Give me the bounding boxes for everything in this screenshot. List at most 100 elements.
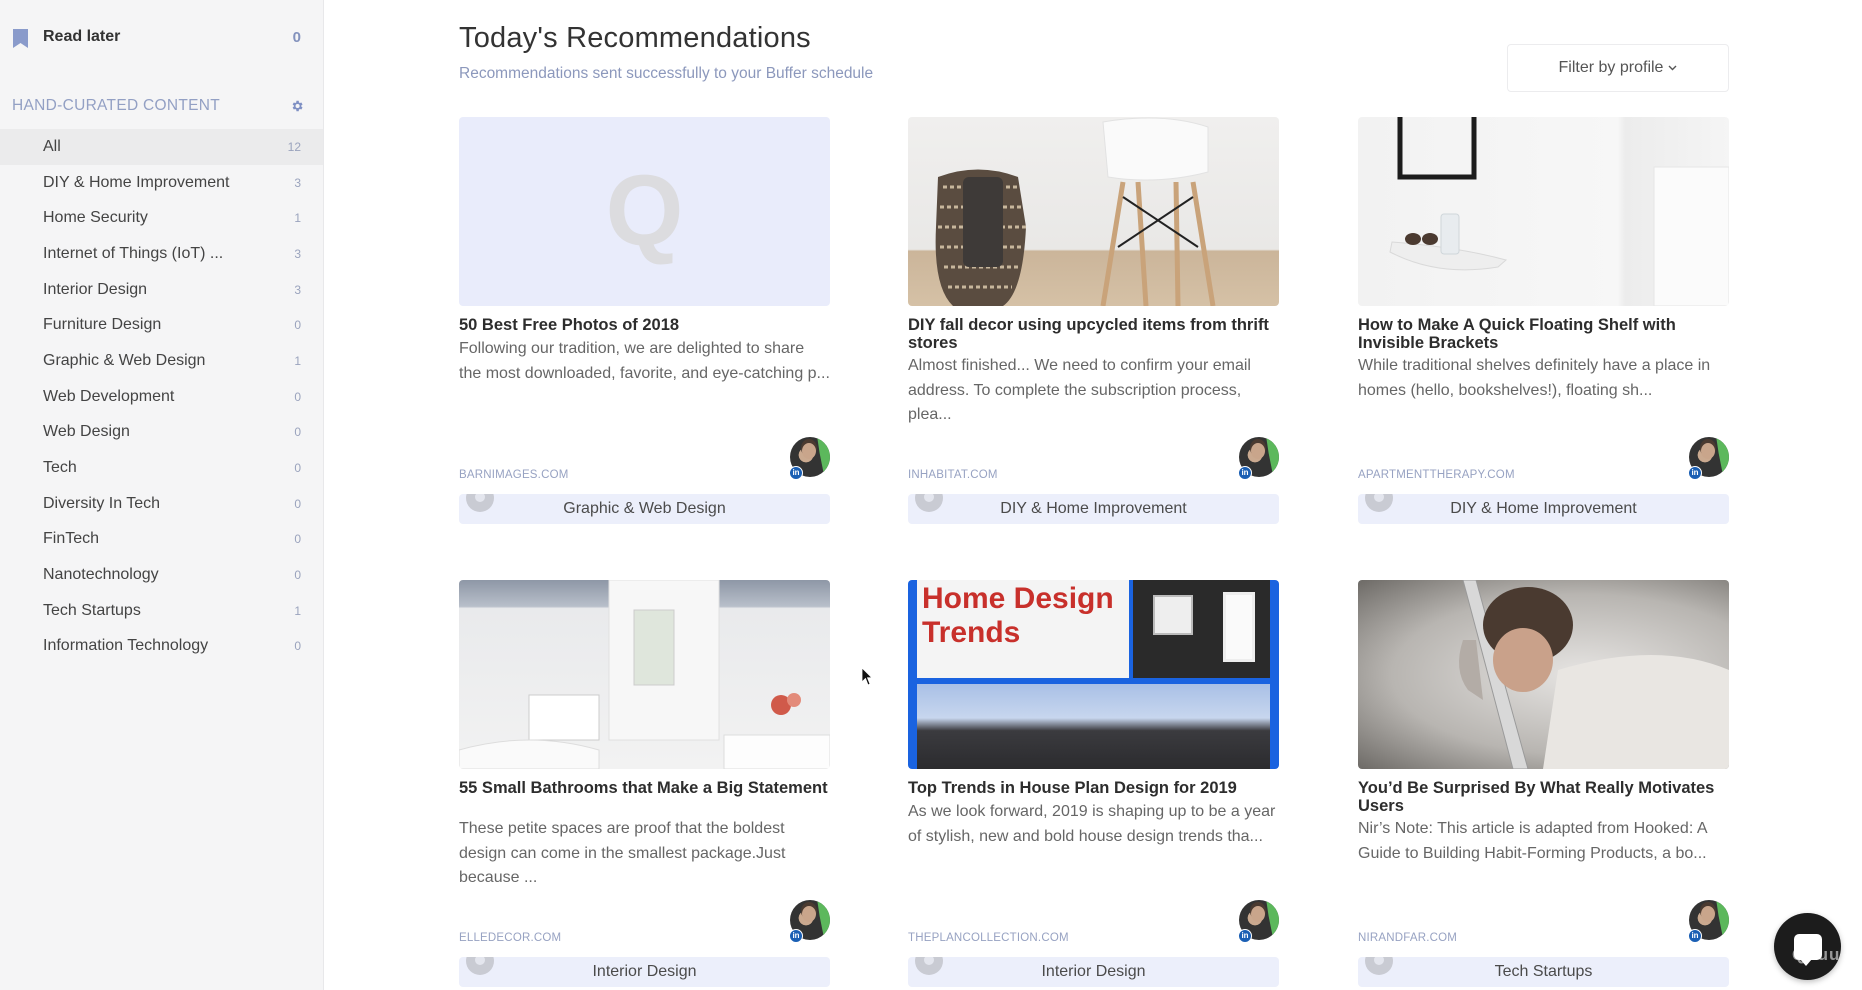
category-item-all[interactable]: All 12	[0, 129, 323, 165]
tag-label: DIY & Home Improvement	[1000, 500, 1187, 517]
category-item-information-technology[interactable]: Information Technology 0	[0, 629, 323, 665]
card-title[interactable]: 50 Best Free Photos of 2018	[459, 316, 830, 334]
card-image[interactable]	[908, 117, 1279, 306]
tag-label: Graphic & Web Design	[563, 500, 726, 517]
tag-label: Tech Startups	[1494, 963, 1593, 980]
card-image[interactable]	[459, 580, 830, 769]
category-name: All	[43, 137, 61, 155]
section-header: HAND-CURATED CONTENT	[12, 95, 304, 117]
house-photo-panel	[1133, 580, 1270, 678]
card-description: Nir’s Note: This article is adapted from…	[1358, 820, 1707, 862]
quuu-logo-icon	[466, 494, 494, 512]
linkedin-icon: in	[1688, 929, 1702, 943]
card-description: These petite spaces are proof that the b…	[459, 820, 786, 886]
sidebar: Read later 0 HAND-CURATED CONTENT All 12 …	[0, 0, 324, 990]
category-item-interior-design[interactable]: Interior Design 3	[0, 272, 323, 308]
category-tag[interactable]: Graphic & Web Design	[459, 494, 830, 524]
read-later-count: 0	[292, 28, 301, 46]
tag-label: Interior Design	[1041, 963, 1146, 980]
category-count: 0	[294, 568, 301, 583]
linkedin-icon: in	[789, 929, 803, 943]
category-count: 3	[294, 282, 301, 297]
category-item-iot[interactable]: Internet of Things (IoT) ... 3	[0, 236, 323, 272]
section-title: HAND-CURATED CONTENT	[12, 97, 221, 114]
image-text-line1: Home Design	[922, 582, 1114, 615]
category-item-tech-startups[interactable]: Tech Startups 1	[0, 593, 323, 629]
card-source[interactable]: APARTMENTTHERAPY.COM	[1358, 469, 1515, 481]
category-name: Nanotechnology	[43, 566, 159, 584]
card-title[interactable]: DIY fall decor using upcycled items from…	[908, 316, 1279, 352]
category-item-tech[interactable]: Tech 0	[0, 450, 323, 486]
category-count: 0	[294, 461, 301, 476]
recommendation-card: How to Make A Quick Floating Shelf with …	[1358, 117, 1729, 529]
page-subtitle: Recommendations sent successfully to you…	[459, 65, 874, 82]
linkedin-icon: in	[1238, 929, 1252, 943]
card-image[interactable]	[1358, 117, 1729, 306]
category-item-fintech[interactable]: FinTech 0	[0, 522, 323, 558]
category-item-nanotechnology[interactable]: Nanotechnology 0	[0, 557, 323, 593]
card-title[interactable]: 55 Small Bathrooms that Make a Big State…	[459, 779, 830, 797]
category-name: Tech	[43, 459, 77, 477]
recommendation-card: Q 50 Best Free Photos of 2018 Following …	[459, 117, 830, 529]
quuu-logo-icon	[915, 494, 943, 512]
card-image-placeholder[interactable]: Q	[459, 117, 830, 306]
gear-icon[interactable]	[290, 99, 304, 113]
category-item-diy-home-improvement[interactable]: DIY & Home Improvement 3	[0, 165, 323, 201]
category-tag[interactable]: Tech Startups	[1358, 957, 1729, 987]
category-count: 3	[294, 175, 301, 190]
category-tag[interactable]: DIY & Home Improvement	[908, 494, 1279, 524]
card-image[interactable]: Home Design Trends	[908, 580, 1279, 769]
quuu-logo-icon	[1365, 494, 1393, 512]
filter-by-profile-button[interactable]: Filter by profile	[1507, 44, 1729, 92]
image-text-line2: Trends	[922, 616, 1021, 649]
category-name: Web Design	[43, 423, 130, 441]
category-name: Interior Design	[43, 280, 148, 298]
category-item-web-development[interactable]: Web Development 0	[0, 379, 323, 415]
category-count: 0	[294, 389, 301, 404]
category-tag[interactable]: Interior Design	[459, 957, 830, 987]
card-source[interactable]: BARNIMAGES.COM	[459, 469, 569, 481]
category-count: 1	[294, 353, 301, 368]
bookmark-icon	[13, 29, 28, 48]
category-tag[interactable]: Interior Design	[908, 957, 1279, 987]
category-name: FinTech	[43, 530, 100, 548]
modern-house-panel	[917, 684, 1270, 769]
category-name: Graphic & Web Design	[43, 351, 206, 369]
card-title[interactable]: Top Trends in House Plan Design for 2019	[908, 779, 1279, 797]
bathroom-illustration	[459, 580, 830, 769]
read-later-link[interactable]: Read later 0	[0, 18, 323, 56]
card-source[interactable]: ELLEDECOR.COM	[459, 932, 561, 944]
category-item-diversity-in-tech[interactable]: Diversity In Tech 0	[0, 486, 323, 522]
recommendation-card: You’d Be Surprised By What Really Motiva…	[1358, 580, 1729, 990]
linkedin-icon: in	[1688, 466, 1702, 480]
linkedin-icon: in	[1238, 466, 1252, 480]
category-item-graphic-web-design[interactable]: Graphic & Web Design 1	[0, 343, 323, 379]
category-name: Diversity In Tech	[43, 494, 161, 512]
category-count: 12	[287, 139, 301, 154]
card-title[interactable]: You’d Be Surprised By What Really Motiva…	[1358, 779, 1729, 815]
filter-label: Filter by profile	[1558, 59, 1664, 76]
card-title[interactable]: How to Make A Quick Floating Shelf with …	[1358, 316, 1729, 352]
category-item-web-design[interactable]: Web Design 0	[0, 415, 323, 451]
card-description: Almost finished... We need to confirm yo…	[908, 357, 1251, 423]
category-name: Web Development	[43, 387, 175, 405]
man-laptop-illustration	[1459, 580, 1729, 769]
category-name: Information Technology	[43, 637, 209, 655]
category-count: 0	[294, 496, 301, 511]
card-source[interactable]: THEPLANCOLLECTION.COM	[908, 932, 1069, 944]
chevron-down-icon	[1668, 65, 1677, 71]
card-image[interactable]	[1358, 580, 1729, 769]
card-source[interactable]: NIRANDFAR.COM	[1358, 932, 1457, 944]
image-overlay-text: Home Design Trends	[922, 582, 1114, 650]
card-source[interactable]: INHABITAT.COM	[908, 469, 998, 481]
category-tag[interactable]: DIY & Home Improvement	[1358, 494, 1729, 524]
category-count: 0	[294, 532, 301, 547]
category-name: Internet of Things (IoT) ...	[43, 244, 224, 262]
mouse-cursor-icon	[862, 668, 873, 686]
tag-label: DIY & Home Improvement	[1450, 500, 1637, 517]
card-description: While traditional shelves definitely hav…	[1358, 357, 1711, 399]
category-item-furniture-design[interactable]: Furniture Design 0	[0, 307, 323, 343]
floating-shelf-illustration	[1389, 117, 1729, 306]
category-item-home-security[interactable]: Home Security 1	[0, 200, 323, 236]
quuu-watermark: Quuu	[1792, 945, 1841, 964]
